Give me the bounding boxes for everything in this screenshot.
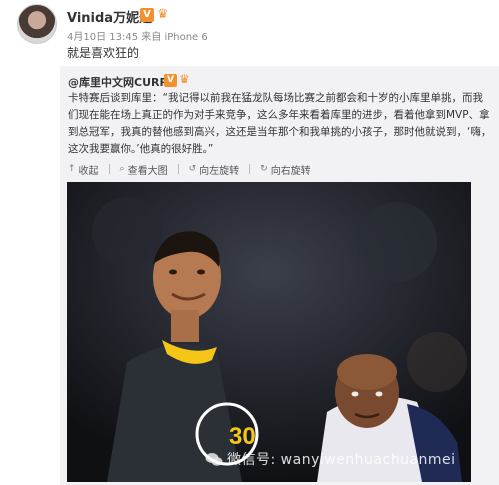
divider (108, 164, 110, 174)
jersey-number: 30 (229, 423, 256, 450)
rotate-left-button[interactable]: ↺ 向左旋转 (189, 162, 240, 177)
rotate-right-label: 向右旋转 (270, 165, 311, 177)
watermark: 微信号: wanyiwenhuachuanmei (205, 449, 456, 469)
collapse-button[interactable]: ↑ 收起 (68, 162, 99, 177)
watermark-text: 微信号: wanyiwenhuachuanmei (227, 452, 456, 468)
image-actions: ↑ 收起 ⌕ 查看大图 ↺ 向左旋转 ↻ 向右旋转 (68, 162, 311, 177)
repost-text: 卡特赛后谈到库里：“我记得以前我在猛龙队每场比赛之前都会和十岁的小库里单挑，而我… (68, 92, 492, 155)
post-header: Vinida万妮达 V ♛ 4月10日 13:45 来自 iPhone 6 就是… (0, 0, 499, 66)
rotate-left-icon: ↺ (188, 164, 197, 174)
repost-member-crown-icon: ♛ (179, 72, 190, 86)
rotate-right-icon: ↻ (260, 164, 268, 174)
post-text: 就是喜欢狂的 (67, 46, 140, 60)
basketball-players-photo: 30 (67, 182, 471, 482)
repost-verified-badge: V (164, 74, 177, 87)
rotate-left-label: 向左旋转 (199, 165, 240, 177)
member-crown-icon: ♛ (157, 7, 169, 22)
collapse-icon: ↑ (68, 164, 76, 174)
repost-photo[interactable]: 30 (67, 182, 471, 482)
divider (249, 164, 251, 174)
view-large-button[interactable]: ⌕ 查看大图 (120, 162, 168, 177)
wechat-icon (205, 452, 223, 466)
zoom-icon: ⌕ (119, 164, 125, 174)
repost-box: @库里中文网CURRY V ♛ 卡特赛后谈到库里：“我记得以前我在猛龙队每场比赛… (60, 66, 499, 485)
avatar[interactable] (17, 4, 57, 44)
divider (177, 164, 179, 174)
rotate-right-button[interactable]: ↻ 向右旋转 (260, 162, 311, 177)
repost-author[interactable]: @库里中文网CURRY (68, 74, 175, 90)
view-large-label: 查看大图 (127, 165, 168, 177)
collapse-label: 收起 (78, 165, 99, 177)
verified-badge: V (140, 8, 154, 22)
post-meta: 4月10日 13:45 来自 iPhone 6 (67, 32, 208, 43)
